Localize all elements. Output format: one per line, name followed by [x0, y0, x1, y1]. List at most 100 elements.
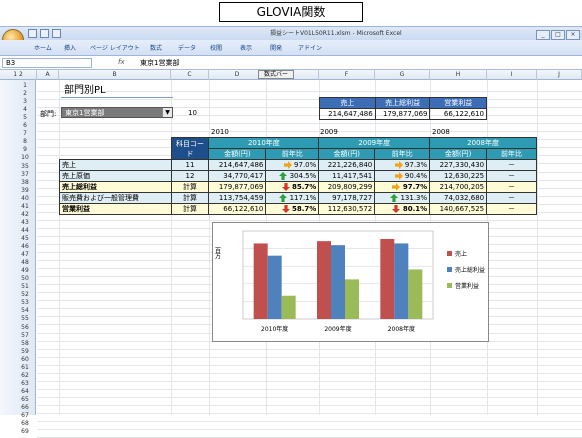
amount-2008: 214,700,205: [429, 181, 488, 193]
formula-bar-toggle[interactable]: 数式バー: [258, 70, 294, 79]
col-header-a[interactable]: A: [37, 70, 59, 80]
table-row: 売上 11 214,647,486 97.0% 221,226,840 97.3% 22…: [59, 159, 537, 171]
amount-2010: 214,647,486: [208, 159, 267, 171]
amount-2010: 113,754,459: [208, 192, 267, 204]
y-axis-label: 百万: [214, 247, 221, 260]
amount-header: 金額(円): [429, 148, 488, 160]
close-button[interactable]: ×: [566, 30, 580, 40]
legend-label: 営業利益: [455, 282, 479, 290]
undo-icon[interactable]: [40, 29, 49, 38]
amount-2008: 140,667,525: [429, 203, 488, 215]
ratio-2009: 90.4%: [374, 170, 431, 182]
legend-swatch: [447, 283, 452, 288]
ratio-text: 58.7%: [292, 205, 317, 213]
ratio-2008: －: [486, 159, 537, 171]
tab-formulas[interactable]: 数式: [150, 43, 162, 52]
window-title: 損益シートV01L50R11.xlsm - Microsoft Excel: [270, 30, 402, 37]
col-header-j[interactable]: J: [537, 70, 582, 80]
redo-icon[interactable]: [52, 29, 61, 38]
amount-2008: 12,630,225: [429, 170, 488, 182]
banner-title: GLOVIA関数: [219, 2, 363, 22]
row-label: 販売費および一般管理費: [59, 192, 172, 204]
ratio-text: 304.5%: [289, 172, 317, 180]
ratio-2010: 85.7%: [265, 181, 320, 193]
tab-review[interactable]: 校閲: [210, 43, 222, 52]
ratio-2008: －: [486, 192, 537, 204]
maximize-button[interactable]: □: [551, 30, 565, 40]
row-label: 売上総利益: [59, 181, 172, 193]
table-row: 営業利益 計算 66,122,610 58.7% 112,630,572 80.1% 1…: [59, 203, 537, 215]
row-header[interactable]: 69: [14, 427, 36, 437]
dept-label: 部門:: [40, 110, 57, 118]
row-label: 営業利益: [59, 203, 172, 215]
amount-header: 金額(円): [208, 148, 267, 160]
year-header: 2009年度: [318, 137, 431, 149]
amount-2010: 34,770,417: [208, 170, 267, 182]
col-header-f[interactable]: F: [319, 70, 375, 80]
amount-2009: 97,178,727: [318, 192, 376, 204]
ratio-2009: 97.3%: [374, 159, 431, 171]
tab-page-layout[interactable]: ページ レイアウト: [90, 43, 140, 52]
fx-icon[interactable]: fx: [118, 58, 125, 66]
tab-data[interactable]: データ: [178, 43, 196, 52]
ratio-text: 97.3%: [404, 161, 428, 169]
table-row: 売上総利益 計算 179,877,069 85.7% 209,809,299 97.7…: [59, 181, 537, 193]
table-row: 販売費および一般管理費 計算 113,754,459 117.1% 97,178,72…: [59, 192, 537, 204]
legend-label: 売上: [455, 250, 467, 258]
ratio-2009: 97.7%: [374, 181, 431, 193]
trend-up-icon: [279, 194, 288, 202]
tab-home[interactable]: ホーム: [34, 43, 52, 52]
chart-bar: [317, 241, 331, 319]
kpi-header: 売上総利益: [374, 97, 431, 109]
ratio-text: 97.7%: [402, 183, 428, 191]
page-title: 部門別PL: [64, 85, 106, 96]
tab-insert[interactable]: 挿入: [64, 43, 76, 52]
col-header-g[interactable]: G: [375, 70, 430, 80]
x-tick-label: 2009年度: [324, 325, 351, 333]
ratio-text: 85.7%: [292, 183, 317, 191]
amount-2010: 179,877,069: [208, 181, 267, 193]
amount-2009: 209,809,299: [318, 181, 376, 193]
ratio-header: 前年比: [486, 148, 537, 160]
tab-developer[interactable]: 開発: [270, 43, 282, 52]
year-header: 2008年度: [429, 137, 537, 149]
dept-select[interactable]: 東京1営業部 ▼: [61, 107, 173, 118]
chart-bar: [408, 269, 423, 319]
amount-2008: 227,330,430: [429, 159, 488, 171]
col-header-c[interactable]: C: [171, 70, 209, 80]
ratio-text: 117.1%: [289, 194, 317, 202]
amount-header: 金額(円): [318, 148, 376, 160]
trend-up-icon: [390, 194, 399, 202]
legend-label: 売上総利益: [455, 266, 485, 274]
trend-right-icon: [392, 183, 401, 191]
chart-canvas: 百万 2010年度 2009年度 2008年度 売上売上総利益営業利益: [214, 230, 485, 333]
formula-input[interactable]: 東京1営業部: [140, 58, 179, 68]
chart-bar: [267, 255, 282, 319]
ratio-2010: 304.5%: [265, 170, 320, 182]
kpi-header: 営業利益: [429, 97, 487, 109]
table-row: 売上原価 12 34,770,417 304.5% 11,417,541 90.4% 1…: [59, 170, 537, 182]
chart-bar: [394, 243, 409, 319]
legend-swatch: [447, 251, 452, 256]
bar-chart[interactable]: 百万 2010年度 2009年度 2008年度 売上 売上総利益 営業利益: [212, 222, 489, 342]
col-header-i[interactable]: I: [487, 70, 537, 80]
year-label: 2008: [432, 128, 450, 136]
chart-bar: [331, 245, 345, 319]
year-label: 2010: [211, 128, 229, 136]
title-bar: 損益シートV01L50R11.xlsm - Microsoft Excel _ □…: [0, 26, 582, 40]
name-box[interactable]: B3: [2, 58, 92, 68]
chart-bar: [281, 295, 296, 319]
tab-addins[interactable]: アドイン: [298, 43, 322, 52]
kpi-table: 売上 売上総利益 営業利益 214,647,486 179,877,069 66…: [319, 97, 487, 120]
row-code: 11: [170, 159, 210, 171]
chevron-down-icon[interactable]: ▼: [162, 108, 172, 117]
save-icon[interactable]: [28, 29, 37, 38]
select-all[interactable]: 1 2: [0, 70, 37, 80]
col-header-h[interactable]: H: [430, 70, 487, 80]
pl-table: 科目コード 2010年度 2009年度 2008年度 金額(円) 前年比 金額(…: [59, 137, 537, 215]
minimize-button[interactable]: _: [536, 30, 550, 40]
col-header-b[interactable]: B: [59, 70, 171, 80]
kpi-value: 66,122,610: [429, 108, 487, 120]
ribbon-tabs: ホーム 挿入 ページ レイアウト 数式 データ 校閲 表示 開発 アドイン: [0, 40, 582, 56]
tab-view[interactable]: 表示: [240, 43, 252, 52]
